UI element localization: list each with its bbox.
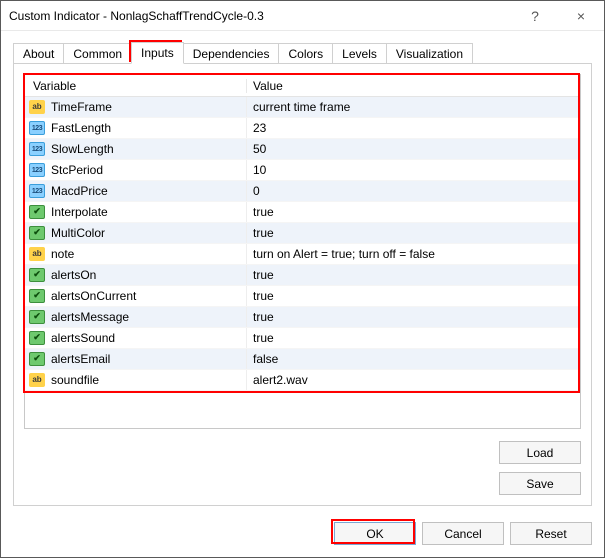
tab-visualization[interactable]: Visualization [386, 43, 473, 64]
cell-variable[interactable]: alertsOnCurrent [25, 286, 247, 306]
string-type-icon [29, 247, 45, 261]
col-header-variable[interactable]: Variable [25, 79, 247, 93]
number-type-icon [29, 142, 45, 156]
grid-row[interactable]: FastLength 23 [25, 118, 580, 139]
cell-value[interactable]: true [247, 307, 580, 327]
grid-row[interactable]: Interpolate true [25, 202, 580, 223]
number-type-icon [29, 163, 45, 177]
tab-colors[interactable]: Colors [278, 43, 333, 64]
grid-row[interactable]: alertsEmail false [25, 349, 580, 370]
grid-row[interactable]: StcPeriod 10 [25, 160, 580, 181]
cell-value[interactable]: true [247, 202, 580, 222]
cell-variable[interactable]: StcPeriod [25, 160, 247, 180]
variable-name: FastLength [51, 121, 111, 135]
cell-value[interactable]: 0 [247, 181, 580, 201]
cell-value[interactable]: true [247, 328, 580, 348]
cell-value[interactable]: true [247, 265, 580, 285]
cell-variable[interactable]: alertsEmail [25, 349, 247, 369]
cell-variable[interactable]: alertsOn [25, 265, 247, 285]
variable-name: SlowLength [51, 142, 114, 156]
cell-value[interactable]: turn on Alert = true; turn off = false [247, 244, 580, 264]
cell-value[interactable]: true [247, 286, 580, 306]
cell-value[interactable]: false [247, 349, 580, 369]
cell-variable[interactable]: alertsMessage [25, 307, 247, 327]
cell-variable[interactable]: SlowLength [25, 139, 247, 159]
grid-row[interactable]: alertsMessage true [25, 307, 580, 328]
bool-type-icon [29, 226, 45, 240]
variable-name: alertsMessage [51, 310, 129, 324]
tab-about[interactable]: About [13, 43, 64, 64]
grid-row[interactable]: alertsOnCurrent true [25, 286, 580, 307]
tab-strip: AboutCommonInputsDependenciesColorsLevel… [13, 41, 592, 63]
cell-variable[interactable]: soundfile [25, 370, 247, 390]
string-type-icon [29, 100, 45, 114]
variable-name: MacdPrice [51, 184, 108, 198]
cell-variable[interactable]: TimeFrame [25, 97, 247, 117]
variable-name: alertsOn [51, 268, 96, 282]
variable-name: MultiColor [51, 226, 105, 240]
variable-name: alertsEmail [51, 352, 110, 366]
grid-row[interactable]: alertsOn true [25, 265, 580, 286]
bool-type-icon [29, 331, 45, 345]
load-button[interactable]: Load [499, 441, 581, 464]
tab-levels[interactable]: Levels [332, 43, 387, 64]
variable-name: soundfile [51, 373, 99, 387]
cell-value[interactable]: 10 [247, 160, 580, 180]
grid-body: TimeFramecurrent time frameFastLength23S… [25, 97, 580, 391]
content-area: AboutCommonInputsDependenciesColorsLevel… [1, 31, 604, 557]
col-header-value[interactable]: Value [247, 79, 580, 93]
grid-row[interactable]: note turn on Alert = true; turn off = fal… [25, 244, 580, 265]
grid-row[interactable]: MacdPrice 0 [25, 181, 580, 202]
bool-type-icon [29, 289, 45, 303]
number-type-icon [29, 121, 45, 135]
cell-value[interactable]: 23 [247, 118, 580, 138]
bool-type-icon [29, 352, 45, 366]
close-button[interactable]: × [558, 1, 604, 31]
grid-row[interactable]: soundfile alert2.wav [25, 370, 580, 391]
panel-button-col: Load Save [24, 441, 581, 495]
variable-name: alertsSound [51, 331, 115, 345]
string-type-icon [29, 373, 45, 387]
grid-row[interactable]: TimeFrame current time frame [25, 97, 580, 118]
cell-variable[interactable]: alertsSound [25, 328, 247, 348]
cell-value[interactable]: 50 [247, 139, 580, 159]
cell-variable[interactable]: FastLength [25, 118, 247, 138]
cancel-button[interactable]: Cancel [422, 522, 504, 545]
cell-variable[interactable]: Interpolate [25, 202, 247, 222]
grid-row[interactable]: SlowLength 50 [25, 139, 580, 160]
bool-type-icon [29, 268, 45, 282]
variable-name: alertsOnCurrent [51, 289, 136, 303]
titlebar: Custom Indicator - NonlagSchaffTrendCycl… [1, 1, 604, 31]
save-button[interactable]: Save [499, 472, 581, 495]
inputs-grid[interactable]: Variable Value TimeFrame current time fra… [24, 74, 581, 429]
tab-common[interactable]: Common [63, 43, 132, 64]
cell-variable[interactable]: note [25, 244, 247, 264]
tab-panel: Variable Value TimeFrame current time fra… [13, 63, 592, 506]
cell-variable[interactable]: MacdPrice [25, 181, 247, 201]
grid-header: Variable Value [25, 75, 580, 97]
help-button[interactable]: ? [512, 1, 558, 31]
variable-name: Interpolate [51, 205, 108, 219]
ok-button[interactable]: OK [334, 522, 416, 545]
reset-button[interactable]: Reset [510, 522, 592, 545]
bool-type-icon [29, 205, 45, 219]
grid-row[interactable]: alertsSound true [25, 328, 580, 349]
bool-type-icon [29, 310, 45, 324]
cell-variable[interactable]: MultiColor [25, 223, 247, 243]
cell-value[interactable]: true [247, 223, 580, 243]
dialog-window: Custom Indicator - NonlagSchaffTrendCycl… [0, 0, 605, 558]
tab-dependencies[interactable]: Dependencies [183, 43, 280, 64]
cell-value[interactable]: current time frame [247, 97, 580, 117]
dialog-button-row: OK Cancel Reset [13, 522, 592, 545]
variable-name: TimeFrame [51, 100, 112, 114]
grid-row[interactable]: MultiColor true [25, 223, 580, 244]
number-type-icon [29, 184, 45, 198]
window-title: Custom Indicator - NonlagSchaffTrendCycl… [9, 9, 512, 23]
tab-inputs[interactable]: Inputs [131, 42, 184, 64]
variable-name: note [51, 247, 74, 261]
cell-value[interactable]: alert2.wav [247, 370, 580, 390]
variable-name: StcPeriod [51, 163, 103, 177]
